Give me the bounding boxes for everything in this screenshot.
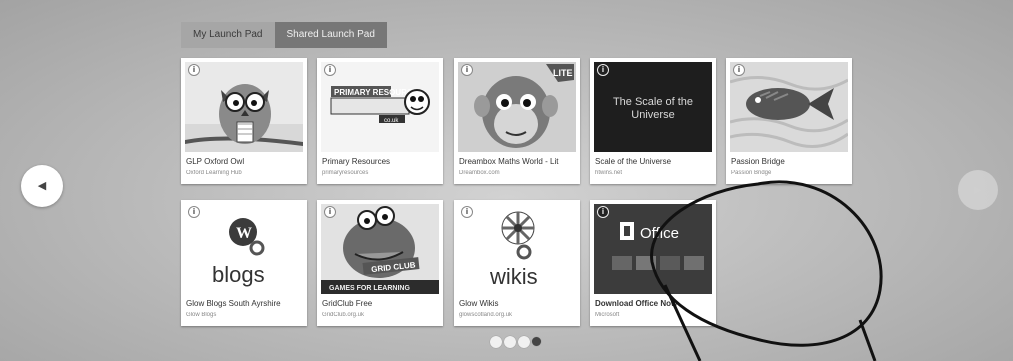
app-tile-passion-bridge[interactable]: i Passion Bridge Passion Bridge [726,58,852,184]
app-tile-office[interactable]: i Office Download Office Now Microsoft [590,200,716,326]
tile-thumbnail [730,62,848,152]
tile-title: Glow Blogs South Ayrshire [186,299,281,308]
info-icon[interactable]: i [597,206,609,218]
tile-badge-lite: LITE [553,68,573,78]
svg-text:W: W [236,225,252,242]
tile-title: GLP Oxford Owl [186,157,245,166]
tab-shared-launch-pad[interactable]: Shared Launch Pad [274,22,387,48]
info-icon[interactable]: i [597,64,609,76]
info-icon[interactable]: i [461,64,473,76]
tile-subtitle: htwins.net [595,170,623,176]
app-tile-glow-wikis[interactable]: i wikis Glow Wikis glowscotland.org.uk [454,200,580,326]
info-icon[interactable]: i [324,64,336,76]
tile-logo-text: wikis [489,264,538,289]
app-tile-gridclub[interactable]: i GRID CLUB GAMES FOR LEARNING GridClub … [317,200,443,326]
tile-thumb-text: The Scale of the Universe [612,96,694,121]
tile-title: Scale of the Universe [595,157,672,166]
launchpad-tabs: My Launch Pad Shared Launch Pad [181,22,387,48]
tile-title: Primary Resources [322,157,391,166]
tile-thumbnail: LITE [458,62,576,152]
tile-logo-subtext: GAMES FOR LEARNING [329,285,410,292]
tile-subtitle: primaryresources [322,170,369,176]
info-icon[interactable]: i [461,206,473,218]
tile-title: GridClub Free [322,299,373,308]
app-tile-scale-of-universe[interactable]: i The Scale of the Universe Scale of the… [590,58,716,184]
page-dot[interactable] [490,336,502,348]
tile-logo-text: blogs [212,262,265,287]
page-dot-active[interactable] [532,337,541,346]
tab-my-launch-pad[interactable]: My Launch Pad [181,22,275,48]
tile-thumbnail: W blogs [185,204,303,294]
tile-thumbnail: The Scale of the Universe [594,62,712,152]
app-tile-glow-blogs[interactable]: i W blogs Glow Blogs South Ayrshire Glow… [181,200,307,326]
info-icon[interactable]: i [324,206,336,218]
info-icon[interactable]: i [188,64,200,76]
next-page-button[interactable]: ▶ [958,170,998,210]
tile-subtitle: glowscotland.org.uk [459,312,513,318]
tile-thumbnail: wikis [458,204,576,294]
chevron-right-icon: ▶ [973,184,983,196]
tile-thumbnail: Office [594,204,712,294]
tile-subtitle: Dreambox.com [459,170,500,176]
info-icon[interactable]: i [188,206,200,218]
tile-title: Glow Wikis [459,299,499,308]
tile-thumbnail [185,62,303,152]
tile-subtitle: Oxford Learning Hub [186,170,242,176]
page-indicator [490,336,543,348]
info-icon[interactable]: i [733,64,745,76]
tile-logo-text: Office [640,225,679,242]
tile-thumbnail: GRID CLUB GAMES FOR LEARNING [321,204,439,294]
previous-page-button[interactable]: ◀ [21,165,63,207]
tile-subtitle: Passion Bridge [731,170,772,176]
app-tile-dreambox[interactable]: i LITE Dreambox Maths World - Lit Dreamb… [454,58,580,184]
tile-title: Download Office Now [595,299,678,308]
page-dot[interactable] [504,336,516,348]
tile-subtitle: Microsoft [595,312,620,318]
tile-subtitle: GridClub.org.uk [322,312,365,318]
tile-title: Dreambox Maths World - Lit [459,157,559,166]
tile-thumbnail: PRIMARY RESOURCES co.uk [321,62,439,152]
app-tile-primary-resources[interactable]: i PRIMARY RESOURCES co.uk Primary Resour… [317,58,443,184]
app-tile-oxford-owl[interactable]: i GLP Oxford Owl Oxford Learning Hub [181,58,307,184]
tile-subtitle: Glow Blogs [186,312,217,318]
tile-title: Passion Bridge [731,157,785,166]
page-dot[interactable] [518,336,530,348]
tile-logo-domain: co.uk [384,118,399,124]
chevron-left-icon: ◀ [37,180,47,192]
